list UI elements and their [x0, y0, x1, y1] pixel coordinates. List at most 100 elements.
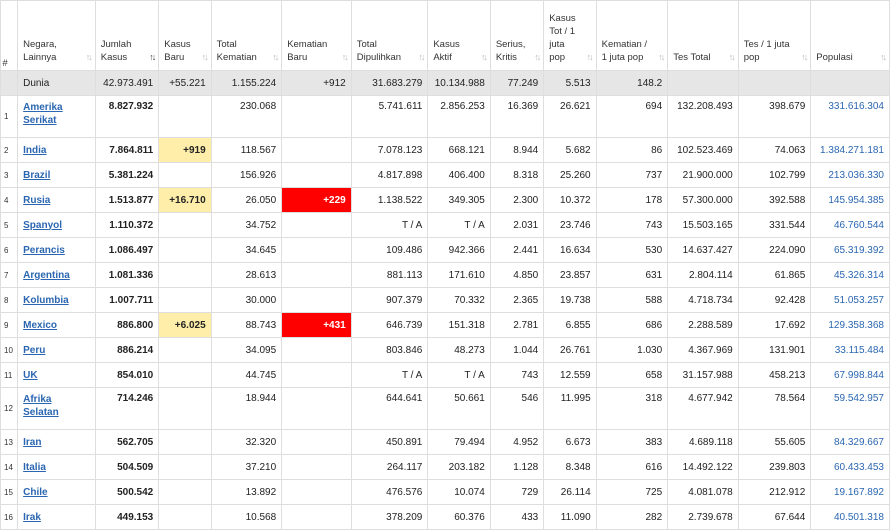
country-link[interactable]: Iran	[23, 437, 41, 448]
cell-serious: 729	[489, 479, 545, 505]
cell-total-deaths: 37.210	[210, 454, 283, 480]
country-link[interactable]: Irak	[23, 512, 41, 523]
cell-total-cases: 7.864.811	[94, 137, 160, 163]
cell-serious: 4.850	[489, 262, 545, 288]
cell-active-cases: T / A	[427, 362, 491, 388]
header-new-deaths[interactable]: Kematian Baru ↑↓	[281, 0, 352, 71]
header-total-deaths[interactable]: Total Kematian ↑↓	[210, 0, 283, 71]
country-cell: Amerika Serikat	[17, 95, 96, 138]
country-cell: Afrika Selatan	[17, 387, 96, 430]
cell-new-deaths	[281, 95, 352, 138]
header-deaths-per-m[interactable]: Kematian / 1 juta pop ↑↓	[595, 0, 669, 71]
sort-arrows-icon[interactable]: ↑↓	[342, 51, 349, 64]
header-total-cases[interactable]: Jumlah Kasus ↑↓	[94, 0, 160, 71]
sort-arrows-icon[interactable]: ↑↓	[481, 51, 488, 64]
country-link[interactable]: Mexico	[23, 320, 57, 331]
world-active-cases: 10.134.988	[427, 70, 491, 96]
header-label: Tes / 1 juta pop	[743, 39, 790, 63]
cell-total-tests: 132.208.493	[667, 95, 739, 138]
cell-new-cases	[158, 237, 212, 263]
cell-serious: 1.128	[489, 454, 545, 480]
sort-arrows-icon[interactable]: ↑↓	[534, 51, 541, 64]
country-cell: Peru	[17, 337, 96, 363]
cell-tests-per-m: 17.692	[737, 312, 812, 338]
cell-deaths-per-m: 658	[595, 362, 669, 388]
header-total-recovered[interactable]: Total Dipulihkan ↑↓	[350, 0, 429, 71]
country-link[interactable]: Amerika Serikat	[23, 101, 83, 127]
header-idx[interactable]: #	[0, 0, 19, 71]
cell-total-recovered: 646.739	[350, 312, 429, 338]
cell-cases-per-m: 10.372	[543, 187, 597, 213]
world-row: Dunia 42.973.491 +55.221 1.155.224 +912 …	[0, 70, 890, 96]
cell-new-cases	[158, 337, 212, 363]
sort-arrows-icon[interactable]: ↑↓	[587, 51, 594, 64]
sort-arrows-icon[interactable]: ↑↓	[149, 51, 156, 64]
country-link[interactable]: India	[23, 145, 46, 156]
cell-new-deaths	[281, 237, 352, 263]
header-new-cases[interactable]: Kasus Baru ↑↓	[158, 0, 212, 71]
table-row: 14 Italia 504.509 37.210 264.117 203.182 1.128…	[0, 454, 890, 480]
country-cell: Chile	[17, 479, 96, 505]
cell-total-tests: 4.081.078	[667, 479, 739, 505]
cell-deaths-per-m: 743	[595, 212, 669, 238]
country-link[interactable]: Perancis	[23, 245, 65, 256]
cell-population: 129.358.368	[810, 312, 890, 338]
cell-cases-per-m: 19.738	[543, 287, 597, 313]
country-link[interactable]: Brazil	[23, 170, 50, 181]
country-link[interactable]: Rusia	[23, 195, 50, 206]
cell-deaths-per-m: 588	[595, 287, 669, 313]
header-cases-per-m[interactable]: Kasus Tot / 1 juta pop ↑↓	[543, 0, 597, 71]
sort-arrows-icon[interactable]: ↑↓	[801, 51, 808, 64]
header-active-cases[interactable]: Kasus Aktif ↑↓	[427, 0, 491, 71]
cell-total-tests: 4.689.118	[667, 429, 739, 455]
header-total-tests[interactable]: Tes Total ↑↓	[667, 0, 739, 71]
cell-population: 213.036.330	[810, 162, 890, 188]
table-header: # Negara, Lainnya ↑↓ Jumlah Kasus ↑↓ Kasus Ba…	[0, 0, 890, 71]
country-link[interactable]: UK	[23, 370, 37, 381]
cell-tests-per-m: 131.901	[737, 337, 812, 363]
country-link[interactable]: Argentina	[23, 270, 70, 281]
cell-active-cases: 203.182	[427, 454, 491, 480]
sort-arrows-icon[interactable]: ↑↓	[86, 51, 93, 64]
cell-deaths-per-m: 737	[595, 162, 669, 188]
cell-new-deaths	[281, 504, 352, 530]
cell-new-deaths	[281, 362, 352, 388]
sort-arrows-icon[interactable]: ↑↓	[658, 51, 665, 64]
header-serious[interactable]: Serius, Kritis ↑↓	[489, 0, 545, 71]
country-link[interactable]: Afrika Selatan	[23, 393, 83, 419]
cell-deaths-per-m: 686	[595, 312, 669, 338]
country-link[interactable]: Kolumbia	[23, 295, 69, 306]
country-link[interactable]: Peru	[23, 345, 45, 356]
sort-arrows-icon[interactable]: ↑↓	[418, 51, 425, 64]
sort-arrows-icon[interactable]: ↑↓	[880, 51, 887, 64]
cell-serious: 16.369	[489, 95, 545, 138]
row-index: 2	[0, 137, 19, 163]
sort-arrows-icon[interactable]: ↑↓	[729, 51, 736, 64]
row-index: 8	[0, 287, 19, 313]
country-link[interactable]: Chile	[23, 487, 47, 498]
cell-active-cases: 79.494	[427, 429, 491, 455]
cell-total-deaths: 44.745	[210, 362, 283, 388]
header-population[interactable]: Populasi ↑↓	[810, 0, 890, 71]
world-total-recovered: 31.683.279	[350, 70, 429, 96]
cell-population: 33.115.484	[810, 337, 890, 363]
country-cell: Iran	[17, 429, 96, 455]
header-country[interactable]: Negara, Lainnya ↑↓	[17, 0, 96, 71]
world-total-tests	[667, 70, 739, 96]
cell-population: 46.760.544	[810, 212, 890, 238]
row-index: 7	[0, 262, 19, 288]
cell-total-deaths: 10.568	[210, 504, 283, 530]
cell-total-recovered: 7.078.123	[350, 137, 429, 163]
country-link[interactable]: Italia	[23, 462, 46, 473]
cell-new-cases: +16.710	[158, 187, 212, 213]
sort-arrows-icon[interactable]: ↑↓	[202, 51, 209, 64]
cell-serious: 433	[489, 504, 545, 530]
cell-active-cases: 50.661	[427, 387, 491, 430]
country-cell: India	[17, 137, 96, 163]
row-index: 14	[0, 454, 19, 480]
header-tests-per-m[interactable]: Tes / 1 juta pop ↑↓	[737, 0, 812, 71]
cell-deaths-per-m: 282	[595, 504, 669, 530]
sort-arrows-icon[interactable]: ↑↓	[272, 51, 279, 64]
country-link[interactable]: Spanyol	[23, 220, 62, 231]
cell-total-deaths: 30.000	[210, 287, 283, 313]
